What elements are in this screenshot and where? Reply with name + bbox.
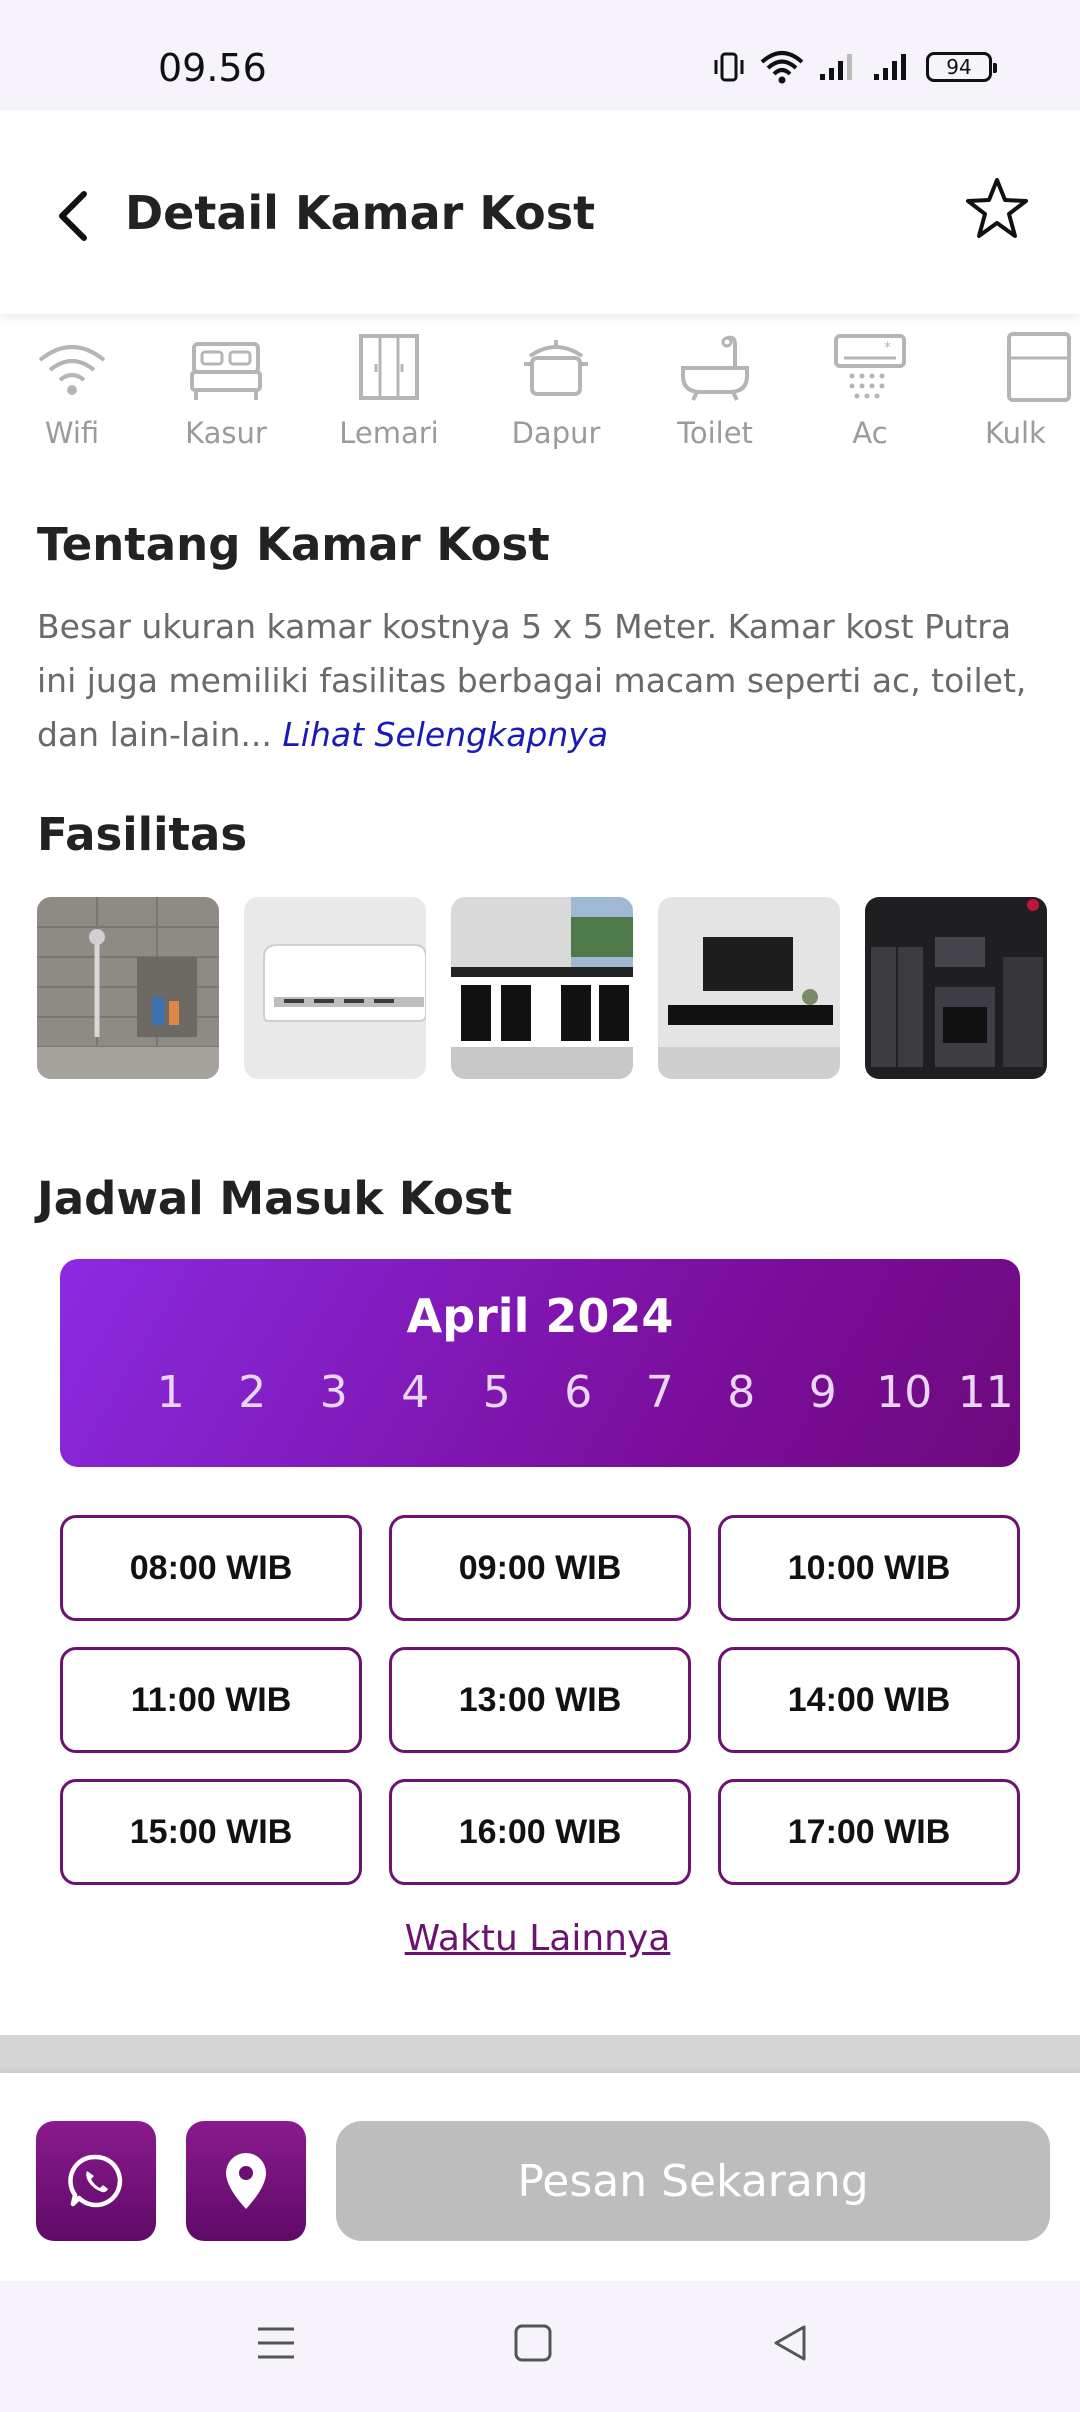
system-nav-bar	[0, 2281, 1080, 2412]
amenity-wifi[interactable]: Wifi	[2, 330, 142, 450]
calendar-day[interactable]: 6	[538, 1367, 620, 1418]
time-slot-button[interactable]: 10:00 WIB	[718, 1515, 1020, 1621]
calendar-day[interactable]: 10	[864, 1367, 946, 1418]
calendar-day[interactable]: 5	[456, 1367, 538, 1418]
kitchen-photo	[451, 897, 633, 1079]
facility-photo-appliances[interactable]	[865, 897, 1047, 1079]
divider	[0, 2035, 1080, 2073]
time-slot-grid: 08:00 WIB 09:00 WIB 10:00 WIB 11:00 WIB …	[60, 1515, 1020, 1885]
calendar-day[interactable]: 2	[212, 1367, 294, 1418]
amenity-kasur[interactable]: Kasur	[156, 330, 296, 450]
refrigerator-icon	[1007, 332, 1071, 402]
battery-level: 94	[946, 55, 972, 79]
facility-photo-tv[interactable]	[658, 897, 840, 1079]
order-now-button[interactable]: Pesan Sekarang	[336, 2121, 1050, 2241]
tv-cabinet-photo	[658, 897, 840, 1079]
calendar-day[interactable]: 9	[782, 1367, 864, 1418]
air-conditioner-photo	[244, 897, 426, 1079]
app-header: Detail Kamar Kost	[0, 110, 1080, 314]
amenity-label: Dapur	[511, 416, 601, 450]
time-slot-button[interactable]: 08:00 WIB	[60, 1515, 362, 1621]
wardrobe-icon	[359, 334, 419, 400]
calendar-month: April 2024	[406, 1289, 674, 1343]
kitchen-appliances-photo	[865, 897, 1047, 1079]
calendar-day[interactable]: 7	[619, 1367, 701, 1418]
time-slot-button[interactable]: 14:00 WIB	[718, 1647, 1020, 1753]
about-title: Tentang Kamar Kost	[37, 518, 550, 571]
facilities-title: Fasilitas	[37, 808, 248, 861]
time-slot-button[interactable]: 09:00 WIB	[389, 1515, 691, 1621]
calendar-day[interactable]: 11	[945, 1367, 1020, 1418]
status-icons: 94	[712, 50, 997, 84]
amenity-label: Toilet	[677, 416, 753, 450]
cooking-pot-icon	[524, 340, 588, 396]
calendar-day[interactable]: 1	[130, 1367, 212, 1418]
amenity-label: Ac	[852, 416, 888, 450]
other-times-link[interactable]: Waktu Lainnya	[0, 1918, 1075, 1959]
amenities-list: Wifi Kasur Lemari Dapur Toilet * Ac Kulk	[0, 330, 1080, 470]
amenity-ac[interactable]: * Ac	[800, 330, 940, 450]
bathroom-shower-photo	[37, 897, 219, 1079]
time-slot-button[interactable]: 16:00 WIB	[389, 1779, 691, 1885]
bed-icon	[190, 342, 262, 400]
wifi-status-icon	[760, 51, 804, 84]
date-picker: April 2024 1 2 3 4 5 6 7 8 9 10 11	[60, 1259, 1020, 1467]
amenity-label: Kulk	[985, 416, 1046, 450]
bathtub-icon	[681, 335, 749, 401]
time-slot-button[interactable]: 15:00 WIB	[60, 1779, 362, 1885]
facility-photo-ac[interactable]	[244, 897, 426, 1079]
svg-text:*: *	[884, 340, 891, 356]
see-more-link[interactable]: Lihat Selengkapnya	[282, 715, 608, 754]
whatsapp-button[interactable]	[36, 2121, 156, 2241]
page-title: Detail Kamar Kost	[125, 186, 596, 240]
about-description: Besar ukuran kamar kostnya 5 x 5 Meter. …	[37, 600, 1047, 762]
favorite-star-icon[interactable]	[964, 176, 1030, 242]
location-button[interactable]	[186, 2121, 306, 2241]
calendar-day[interactable]: 4	[375, 1367, 457, 1418]
location-pin-icon	[226, 2153, 266, 2209]
amenity-lemari[interactable]: Lemari	[319, 330, 459, 450]
time-slot-button[interactable]: 11:00 WIB	[60, 1647, 362, 1753]
schedule-title: Jadwal Masuk Kost	[37, 1172, 513, 1225]
status-bar: 09.56 94	[0, 0, 1080, 110]
bottom-action-bar: Pesan Sekarang	[0, 2073, 1080, 2281]
battery-icon: 94	[926, 52, 997, 82]
menu-icon[interactable]	[256, 2321, 296, 2365]
amenity-label: Lemari	[339, 416, 439, 450]
air-conditioner-icon: *	[834, 334, 906, 399]
time-slot-button[interactable]: 13:00 WIB	[389, 1647, 691, 1753]
signal-icon-1	[820, 54, 852, 80]
facility-photo-bathroom[interactable]	[37, 897, 219, 1079]
amenity-label: Wifi	[44, 416, 100, 450]
wifi-icon	[38, 345, 106, 395]
calendar-day[interactable]: 8	[701, 1367, 783, 1418]
whatsapp-icon	[68, 2154, 123, 2208]
amenity-label: Kasur	[185, 416, 267, 450]
vibrate-icon	[714, 52, 744, 82]
time-slot-button[interactable]: 17:00 WIB	[718, 1779, 1020, 1885]
calendar-days: 1 2 3 4 5 6 7 8 9 10 11	[130, 1367, 1020, 1418]
back-triangle-icon[interactable]	[770, 2321, 810, 2365]
amenity-dapur[interactable]: Dapur	[486, 330, 626, 450]
amenity-kulkas[interactable]: Kulk	[945, 330, 1075, 450]
calendar-day[interactable]: 3	[293, 1367, 375, 1418]
facility-photo-kitchen[interactable]	[451, 897, 633, 1079]
back-arrow-icon[interactable]	[52, 186, 92, 246]
status-time: 09.56	[158, 46, 267, 90]
home-icon[interactable]	[513, 2321, 553, 2365]
signal-icon-2	[874, 54, 906, 80]
amenity-toilet[interactable]: Toilet	[645, 330, 785, 450]
facilities-gallery	[37, 897, 1047, 1079]
